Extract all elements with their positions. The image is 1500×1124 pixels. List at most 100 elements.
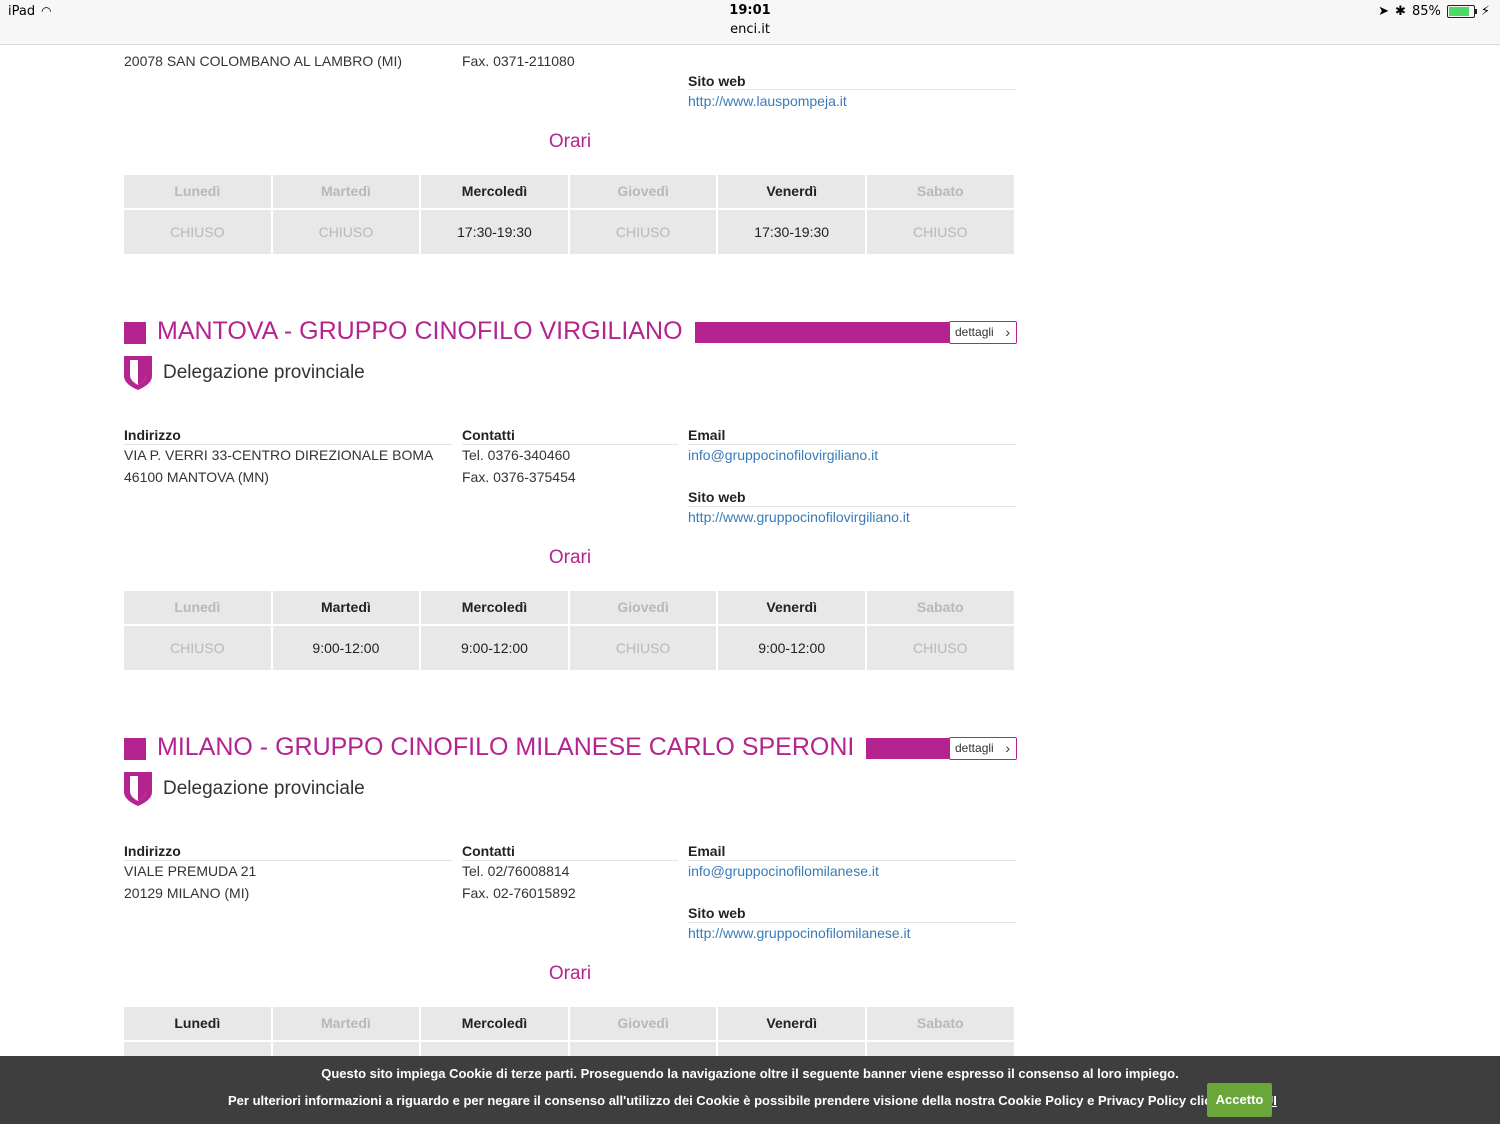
- section-title-mantova: MANTOVA - GRUPPO CINOFILO VIRGILIANO: [157, 317, 695, 346]
- hours-column: Giovedì CHIUSO: [569, 175, 717, 254]
- day-header: Giovedì: [569, 591, 717, 624]
- hours-column: Mercoledì 9:00-12:00: [421, 591, 568, 670]
- divider: [124, 860, 452, 861]
- divider: [124, 444, 452, 445]
- hours-column: Lunedì CHIUSO: [124, 591, 271, 670]
- hours-column: Sabato CHIUSO: [866, 591, 1014, 670]
- day-header: Martedì: [272, 1007, 420, 1040]
- day-header: Venerdì: [718, 591, 865, 624]
- orari-heading: Orari: [548, 547, 592, 568]
- hours-column: Giovedì CHIUSO: [569, 591, 717, 670]
- partial-fax: Fax. 0371-211080: [462, 53, 575, 69]
- partial-site-link[interactable]: http://www.lauspompeja.it: [688, 93, 847, 109]
- email-label: Email: [688, 843, 726, 859]
- location-arrow-icon: ➤: [1378, 4, 1390, 19]
- shield-icon: [124, 772, 152, 806]
- cookie-notice-text: Per ulteriori informazioni a riguardo e …: [228, 1093, 1250, 1108]
- divider: [688, 860, 1016, 861]
- day-header: Giovedì: [569, 1007, 717, 1040]
- day-hours: 9:00-12:00: [421, 626, 568, 670]
- contacts-label: Contatti: [462, 843, 515, 859]
- email-link[interactable]: info@gruppocinofilomilanese.it: [688, 863, 879, 879]
- contacts-label: Contatti: [462, 427, 515, 443]
- battery-icon: [1446, 5, 1477, 18]
- status-bar: iPad ◠ 19:01 enci.it ➤ ✱ 85% ⚡: [0, 0, 1500, 45]
- hours-column: Mercoledì 17:30-19:30: [421, 175, 568, 254]
- day-header: Martedì: [272, 591, 420, 624]
- delegation-type: Delegazione provinciale: [163, 362, 365, 383]
- site-label: Sito web: [688, 489, 746, 505]
- battery-percent: 85%: [1411, 4, 1441, 19]
- address-line2: 20129 MILANO (MI): [124, 885, 250, 901]
- status-right: ➤ ✱ 85% ⚡: [1378, 4, 1490, 19]
- section-title-milano: MILANO - GRUPPO CINOFILO MILANESE CARLO …: [157, 733, 867, 762]
- charging-bolt-icon: ⚡: [1480, 4, 1490, 19]
- day-header: Mercoledì: [421, 591, 568, 624]
- accept-cookies-button[interactable]: Accetto: [1207, 1083, 1272, 1117]
- partial-orari-heading: Orari: [548, 131, 592, 152]
- contact-tel: Tel. 0376-340460: [462, 447, 571, 463]
- divider: [688, 506, 1016, 507]
- day-hours: CHIUSO: [124, 210, 271, 254]
- hours-column: Venerdì 17:30-19:30: [718, 175, 865, 254]
- address-line2: 46100 MANTOVA (MN): [124, 469, 269, 485]
- day-header: Mercoledì: [421, 175, 568, 208]
- day-header: Lunedì: [124, 591, 271, 624]
- email-link[interactable]: info@gruppocinofilovirgiliano.it: [688, 447, 878, 463]
- address-bar-url[interactable]: enci.it: [0, 22, 1500, 37]
- details-button-milano[interactable]: dettagli ›: [949, 737, 1017, 760]
- details-label: dettagli: [955, 325, 994, 339]
- hours-column: Sabato CHIUSO: [866, 175, 1014, 254]
- day-hours: 9:00-12:00: [718, 626, 865, 670]
- day-hours: CHIUSO: [124, 626, 271, 670]
- chevron-right-icon: ›: [1005, 740, 1010, 756]
- day-header: Venerdì: [718, 175, 865, 208]
- site-link[interactable]: http://www.gruppocinofilomilanese.it: [688, 925, 911, 941]
- details-label: dettagli: [955, 741, 994, 755]
- email-label: Email: [688, 427, 726, 443]
- hours-column: Martedì CHIUSO: [272, 175, 420, 254]
- divider: [688, 89, 1016, 90]
- hours-column: Venerdì 9:00-12:00: [718, 591, 865, 670]
- chevron-right-icon: ›: [1005, 324, 1010, 340]
- orari-heading: Orari: [548, 963, 592, 984]
- day-header: Martedì: [272, 175, 420, 208]
- contact-fax: Fax. 02-76015892: [462, 885, 576, 901]
- divider: [688, 922, 1016, 923]
- hours-column: Lunedì CHIUSO: [124, 175, 271, 254]
- section-marker: [124, 322, 146, 344]
- day-hours: 9:00-12:00: [272, 626, 420, 670]
- divider: [462, 860, 678, 861]
- partial-address-line2: 20078 SAN COLOMBANO AL LAMBRO (MI): [124, 53, 403, 69]
- day-header: Sabato: [866, 1007, 1014, 1040]
- hours-table-mantova: Lunedì CHIUSO Martedì 9:00-12:00 Mercoledì 9:…: [124, 591, 1014, 670]
- address-label: Indirizzo: [124, 427, 181, 443]
- partial-site-label: Sito web: [688, 73, 746, 89]
- day-hours: CHIUSO: [569, 210, 717, 254]
- address-label: Indirizzo: [124, 843, 181, 859]
- day-header: Lunedì: [124, 1007, 271, 1040]
- day-hours: CHIUSO: [569, 626, 717, 670]
- day-header: Lunedì: [124, 175, 271, 208]
- address-line1: VIA P. VERRI 33-CENTRO DIREZIONALE BOMA: [124, 447, 434, 463]
- day-header: Giovedì: [569, 175, 717, 208]
- clock: 19:01: [729, 3, 771, 18]
- divider: [688, 444, 1016, 445]
- contact-fax: Fax. 0376-375454: [462, 469, 576, 485]
- day-header: Venerdì: [718, 1007, 865, 1040]
- hours-column: Martedì 9:00-12:00: [272, 591, 420, 670]
- day-hours: 17:30-19:30: [421, 210, 568, 254]
- day-hours: CHIUSO: [866, 626, 1014, 670]
- contact-tel: Tel. 02/76008814: [462, 863, 570, 879]
- day-hours: 17:30-19:30: [718, 210, 865, 254]
- site-link[interactable]: http://www.gruppocinofilovirgiliano.it: [688, 509, 910, 525]
- divider: [462, 444, 678, 445]
- section-marker: [124, 738, 146, 760]
- partial-hours-table: Lunedì CHIUSO Martedì CHIUSO Mercoledì 17:30-…: [124, 175, 1014, 254]
- site-label: Sito web: [688, 905, 746, 921]
- cookie-notice-line2: Per ulteriori informazioni a riguardo e …: [228, 1093, 1277, 1108]
- cookie-notice-line1: Questo sito impiega Cookie di terze part…: [321, 1066, 1179, 1081]
- day-header: Sabato: [866, 591, 1014, 624]
- day-hours: CHIUSO: [866, 210, 1014, 254]
- details-button-mantova[interactable]: dettagli ›: [949, 321, 1017, 344]
